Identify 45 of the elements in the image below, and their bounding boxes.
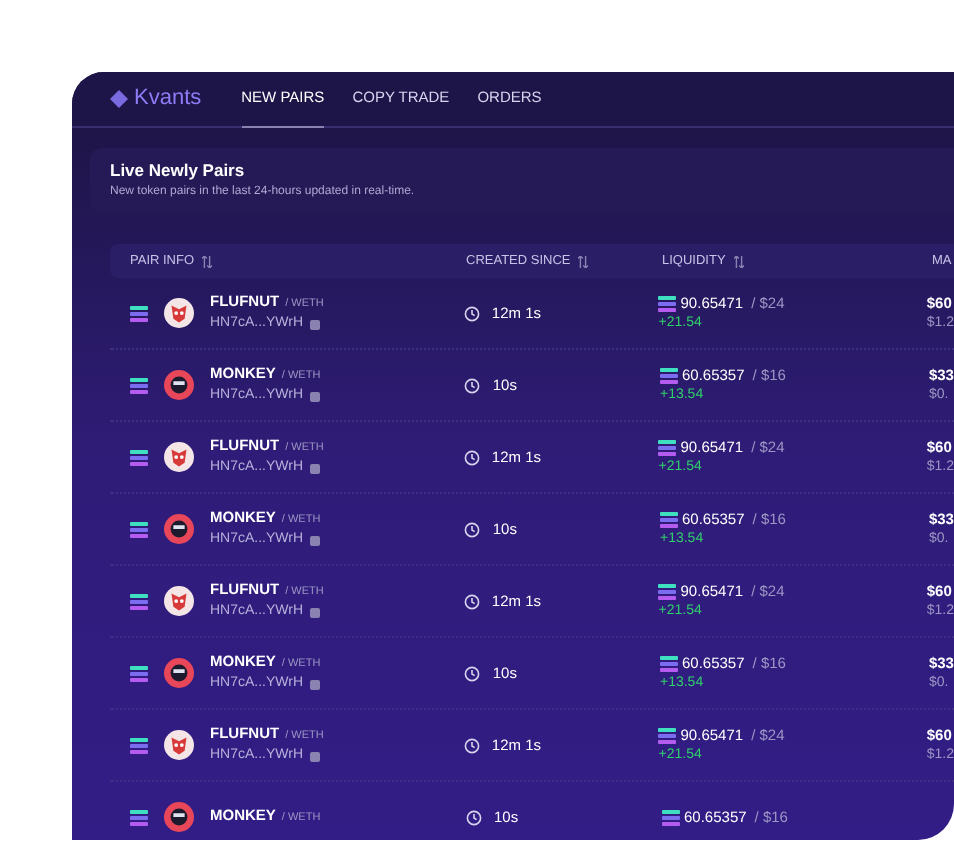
sort-icon[interactable] bbox=[733, 255, 744, 267]
clock-icon bbox=[463, 449, 480, 465]
stacked-bars-icon bbox=[658, 583, 677, 599]
sort-icon[interactable] bbox=[578, 255, 589, 267]
stacked-bars-icon bbox=[130, 521, 148, 537]
stacked-bars-icon bbox=[130, 809, 148, 825]
clock-icon bbox=[464, 377, 481, 393]
stacked-bars-icon bbox=[130, 449, 148, 465]
monkey-avatar-icon bbox=[164, 514, 194, 544]
stacked-bars-icon bbox=[658, 439, 677, 455]
stacked-bars-icon bbox=[658, 727, 677, 743]
stacked-bars-icon bbox=[130, 737, 148, 753]
stacked-bars-icon bbox=[659, 367, 678, 383]
stacked-bars-icon bbox=[130, 665, 148, 681]
clock-icon bbox=[463, 737, 480, 753]
monkey-avatar-icon bbox=[164, 658, 194, 688]
stacked-bars-icon bbox=[659, 511, 678, 527]
copy-icon[interactable] bbox=[309, 463, 320, 473]
monkey-avatar-icon bbox=[164, 802, 194, 832]
copy-icon[interactable] bbox=[309, 535, 320, 545]
copy-icon[interactable] bbox=[309, 751, 320, 761]
stacked-bars-icon bbox=[130, 305, 148, 321]
stacked-bars-icon bbox=[658, 295, 677, 311]
stacked-bars-icon bbox=[662, 809, 680, 825]
copy-icon[interactable] bbox=[309, 319, 320, 329]
diamond-logo-icon bbox=[110, 90, 128, 108]
clock-icon bbox=[464, 665, 481, 681]
stacked-bars-icon bbox=[659, 655, 678, 671]
stacked-bars-icon bbox=[130, 593, 148, 609]
stacked-bars-icon bbox=[130, 377, 148, 393]
copy-icon[interactable] bbox=[309, 607, 320, 617]
dog-avatar-icon bbox=[164, 442, 194, 472]
clock-icon bbox=[464, 521, 481, 537]
sort-icon[interactable] bbox=[202, 255, 213, 267]
dog-avatar-icon bbox=[164, 586, 194, 616]
brand-name: Kvants bbox=[134, 84, 202, 115]
copy-icon[interactable] bbox=[309, 679, 320, 689]
dog-avatar-icon bbox=[164, 730, 194, 760]
dog-avatar-icon bbox=[164, 298, 194, 328]
section-title: Live Newly Pairs bbox=[110, 158, 247, 184]
monkey-avatar-icon bbox=[164, 370, 194, 400]
clock-icon bbox=[466, 809, 482, 825]
copy-icon[interactable] bbox=[309, 391, 320, 401]
clock-icon bbox=[463, 593, 480, 609]
clock-icon bbox=[463, 305, 480, 321]
